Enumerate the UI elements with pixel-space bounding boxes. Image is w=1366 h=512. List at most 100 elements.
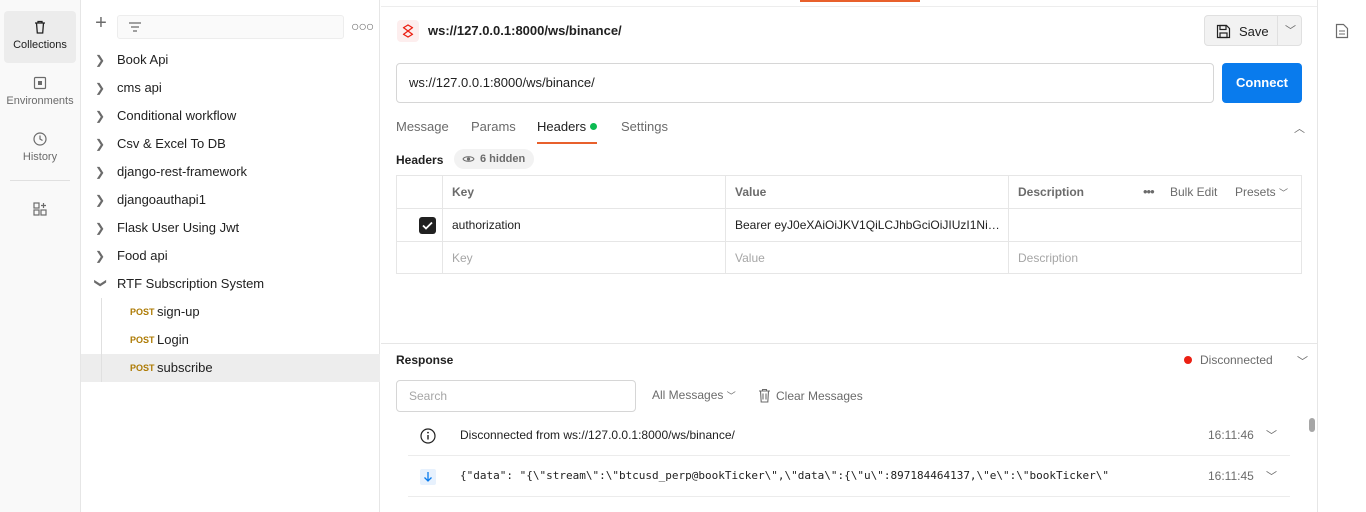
header-value-cell[interactable]: Bearer eyJ0eXAiOiJKV1QiLCJhbGciOiJIUzI1N… [725,209,1008,241]
message-search-input[interactable]: Search [396,380,636,412]
request-name: Login [157,332,189,347]
history-clock-icon [33,132,47,146]
tab-params[interactable]: Params [471,116,516,144]
method-badge: POST [130,335,155,345]
eye-icon [462,156,475,162]
environment-icon [33,76,47,90]
tab-message[interactable]: Message [396,116,449,144]
tab-headers[interactable]: Headers [537,116,598,144]
rail-collections-label: Collections [13,39,67,51]
collection-name: Book Api [117,52,169,67]
rail-collections[interactable]: Collections [4,11,76,63]
new-collection-button[interactable]: + [93,13,109,33]
collection-item[interactable]: ❯ Conditional workflow [81,102,380,130]
message-row[interactable]: Disconnected from ws://127.0.0.1:8000/ws… [408,416,1290,456]
connection-status: Disconnected [1184,353,1273,367]
chevron-down-icon: ﹀ [1279,188,1289,198]
message-time: 16:11:45 [1208,469,1254,483]
save-disk-icon [1216,24,1231,39]
connect-button[interactable]: Connect [1222,63,1302,103]
header-enabled-checkbox[interactable] [419,217,436,234]
rail-environments[interactable]: Environments [4,67,76,119]
table-row: authorization Bearer eyJ0eXAiOiJKV1QiLCJ… [397,209,1301,242]
response-divider[interactable] [381,343,1317,344]
new-value-input[interactable]: Value [725,242,1008,274]
message-text: Disconnected from ws://127.0.0.1:8000/ws… [460,428,735,442]
message-filter-dropdown[interactable]: All Messages ﹀ [652,388,736,402]
chevron-right-icon: ❯ [95,249,106,263]
chevron-down-icon[interactable]: ﹀ [1266,468,1277,484]
message-time: 16:11:46 [1208,428,1254,442]
tab-settings[interactable]: Settings [621,116,668,144]
hidden-headers-toggle[interactable]: 6 hidden [454,149,535,169]
rail-configure-workbench[interactable] [4,193,76,227]
row-checkbox-cell [397,209,442,241]
chevron-right-icon: ❯ [95,221,106,235]
collection-item[interactable]: ❯ Food api [81,242,380,270]
chevron-down-icon[interactable]: ﹀ [1266,427,1277,443]
collection-item[interactable]: ❯ Csv & Excel To DB [81,130,380,158]
clear-messages-button[interactable]: Clear Messages [758,388,863,403]
chevron-down-icon: ﹀ [726,391,736,401]
message-row[interactable]: {"data": "{\"stream\":\"btcusd_perp@book… [408,457,1290,497]
message-text: {"data": "{\"stream\":\"btcusd_perp@book… [460,469,1110,482]
new-key-input[interactable]: Key [442,242,725,274]
collection-item[interactable]: ❯ Book Api [81,46,380,74]
url-input[interactable]: ws://127.0.0.1:8000/ws/binance/ [396,63,1214,103]
request-item-selected[interactable]: POST subscribe [81,354,380,382]
collection-name: cms api [117,80,162,95]
tree-indent-line [101,298,102,326]
request-item[interactable]: POST sign-up [81,298,380,326]
request-title[interactable]: ws://127.0.0.1:8000/ws/binance/ [428,23,622,38]
rail-history[interactable]: History [4,123,76,175]
chevron-right-icon: ❯ [95,137,106,151]
column-header-key: Key [442,176,725,208]
request-name: sign-up [157,304,200,319]
rail-environments-label: Environments [6,95,74,107]
chevron-right-icon: ❯ [95,109,106,123]
chevron-right-icon: ❯ [95,53,106,67]
collection-item[interactable]: ❯ cms api [81,74,380,102]
collection-item-expanded[interactable]: ❯ RTF Subscription System [81,270,380,298]
collection-item[interactable]: ❯ djangoauthapi1 [81,186,380,214]
chevron-down-icon: ❯ [94,278,108,289]
header-key-cell[interactable]: authorization [442,209,725,241]
request-editor: ws://127.0.0.1:8000/ws/binance/ Save ﹀ w… [381,0,1317,512]
chevron-down-icon[interactable]: ﹀ [1297,353,1308,369]
collection-name: Conditional workflow [117,108,237,123]
rail-history-label: History [22,151,58,163]
method-badge: POST [130,363,155,373]
messages-scrollbar[interactable] [1309,418,1315,432]
request-item[interactable]: POST Login [81,326,380,354]
active-dot-indicator [590,123,598,130]
info-icon [420,428,436,444]
collection-name: django-rest-framework [117,164,248,179]
tree-indent-line [101,354,102,382]
chevron-up-icon[interactable]: ︿ [1294,120,1305,136]
header-description-cell[interactable] [1008,209,1301,241]
presets-dropdown[interactable]: Presets ﹀ [1235,176,1288,208]
save-label: Save [1239,24,1269,39]
message-filter-label: All Messages [652,388,724,402]
documentation-icon[interactable] [1335,23,1349,39]
tab-headers-label: Headers [537,119,587,134]
response-title: Response [396,353,454,367]
collections-filter-input[interactable] [117,15,344,39]
presets-label: Presets [1235,185,1276,199]
chevron-right-icon: ❯ [95,165,106,179]
chevron-down-icon[interactable]: ﹀ [1285,22,1296,38]
new-description-input[interactable]: Description [1008,242,1301,274]
chevron-right-icon: ❯ [95,81,106,95]
more-options-icon[interactable]: ○○○ [351,18,374,34]
bulk-edit-button[interactable]: Bulk Edit [1170,176,1217,208]
table-more-icon[interactable]: ••• [1143,176,1155,208]
request-name: subscribe [157,360,213,375]
table-row-empty: Key Value Description [397,242,1301,275]
active-tab-indicator [800,0,920,2]
trash-icon [759,388,770,403]
collection-item[interactable]: ❯ Flask User Using Jwt [81,214,380,242]
clear-messages-label: Clear Messages [776,389,863,403]
save-button[interactable]: Save ﹀ [1204,15,1302,46]
websocket-icon [397,20,419,42]
collection-item[interactable]: ❯ django-rest-framework [81,158,380,186]
